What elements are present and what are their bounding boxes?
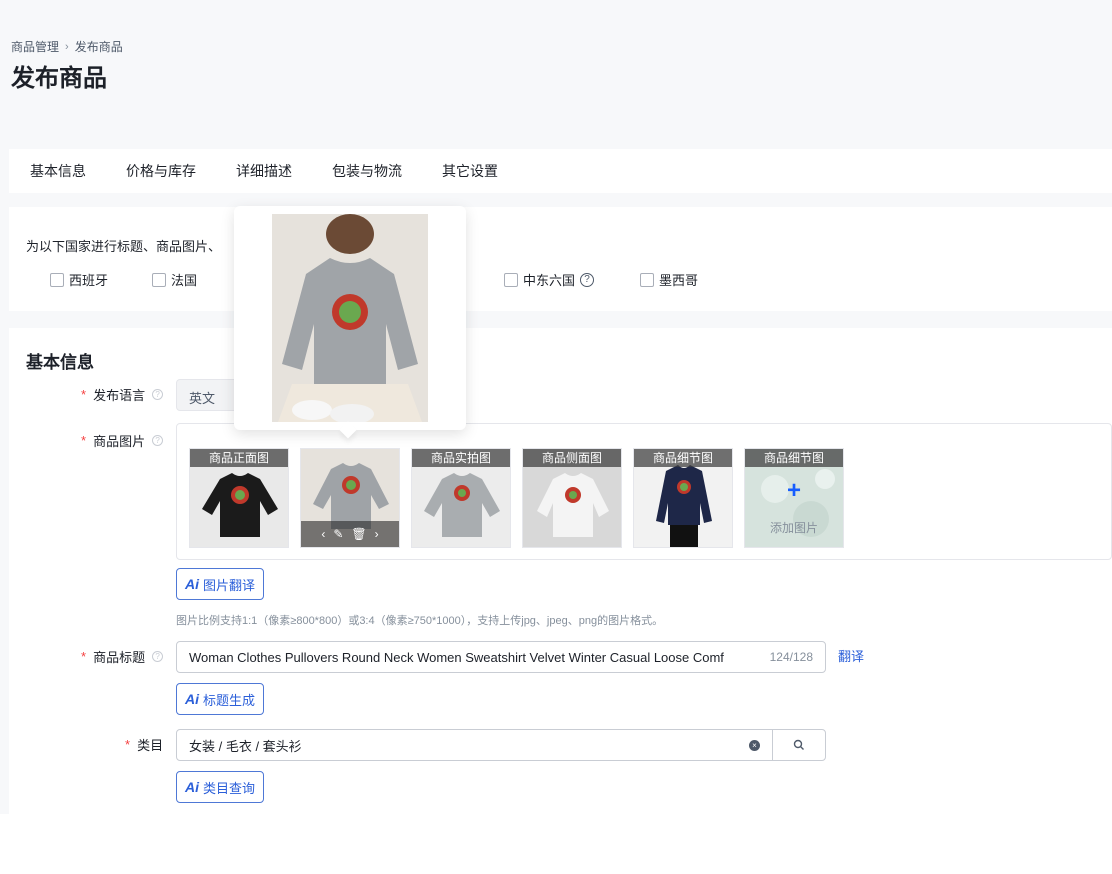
trash-icon[interactable]: 🗑 bbox=[351, 527, 366, 541]
checkbox-icon[interactable] bbox=[504, 272, 518, 287]
question-icon[interactable]: ? bbox=[580, 272, 595, 287]
image-upload-area: 商品正面图 ‹ ✎ 🗑 › 商品实拍图 商品侧面图 商品细节图 商品细节图 + … bbox=[176, 423, 1112, 560]
basic-info-card: 基本信息 * 发布语言? 英文 * 商品图片? 商品正面图 ‹ ✎ 🗑 › 商品… bbox=[9, 328, 1112, 814]
help-icon[interactable]: ? bbox=[152, 651, 164, 662]
image-label: * 商品图片? bbox=[81, 431, 164, 450]
ai-icon: Ai bbox=[185, 779, 199, 795]
search-icon bbox=[793, 739, 804, 750]
lang-label: * 发布语言? bbox=[81, 385, 164, 404]
tab-other-settings[interactable]: 其它设置 bbox=[442, 161, 498, 181]
country-checkbox-france[interactable]: 法国 bbox=[152, 270, 197, 289]
image-preview-popover bbox=[234, 206, 466, 439]
image-thumb-selected[interactable]: ‹ ✎ 🗑 › bbox=[300, 448, 400, 548]
tab-detail-desc[interactable]: 详细描述 bbox=[236, 161, 292, 181]
title-char-count: 124/128 bbox=[769, 650, 813, 664]
clear-icon[interactable]: × bbox=[749, 739, 760, 751]
add-image-slot[interactable]: 商品细节图 + 添加图片 bbox=[744, 448, 844, 548]
category-label: * 类目 bbox=[125, 737, 164, 753]
country-checkbox-mexico[interactable]: 墨西哥 bbox=[640, 270, 698, 289]
image-thumb-real[interactable]: 商品实拍图 bbox=[411, 448, 511, 548]
title-input[interactable]: Woman Clothes Pullovers Round Neck Women… bbox=[176, 641, 826, 673]
category-input[interactable]: 女装 / 毛衣 / 套头衫 × bbox=[176, 729, 773, 761]
checkbox-icon[interactable] bbox=[640, 272, 654, 287]
checkbox-icon[interactable] bbox=[50, 272, 64, 287]
edit-icon[interactable]: ✎ bbox=[333, 527, 343, 541]
country-card: 为以下国家进行标题、商品图片、 西班牙 法国 中东六国 ? 墨西哥 bbox=[9, 207, 1112, 311]
image-thumb-side[interactable]: 商品侧面图 bbox=[522, 448, 622, 548]
breadcrumb-current: 发布商品 bbox=[74, 40, 123, 54]
country-description: 为以下国家进行标题、商品图片、 bbox=[26, 239, 222, 254]
ai-icon: Ai bbox=[185, 691, 199, 707]
image-tools: ‹ ✎ 🗑 › bbox=[301, 521, 399, 547]
chevron-right-icon[interactable]: › bbox=[375, 527, 379, 541]
help-icon[interactable]: ? bbox=[152, 435, 164, 446]
category-query-button[interactable]: Ai 类目查询 bbox=[176, 771, 265, 803]
country-checkbox-spain[interactable]: 西班牙 bbox=[50, 270, 108, 289]
breadcrumb: 商品管理 › 发布商品 bbox=[11, 38, 123, 55]
product-preview-image bbox=[272, 214, 428, 422]
tab-bar: 基本信息 价格与库存 详细描述 包装与物流 其它设置 bbox=[9, 149, 1112, 193]
tab-basic-info[interactable]: 基本信息 bbox=[30, 161, 86, 181]
ai-icon: Ai bbox=[185, 576, 199, 592]
section-title: 基本信息 bbox=[26, 353, 94, 372]
help-icon[interactable]: ? bbox=[152, 389, 164, 400]
chevron-right-icon: › bbox=[65, 40, 69, 53]
image-thumb-detail[interactable]: 商品细节图 bbox=[633, 448, 733, 548]
image-hint: 图片比例支持1:1（像素≥800*800）或3:4（像素≥750*1000），支… bbox=[176, 615, 664, 627]
category-search-button[interactable] bbox=[772, 729, 826, 761]
plus-icon[interactable]: + bbox=[745, 477, 843, 505]
chevron-left-icon[interactable]: ‹ bbox=[321, 527, 325, 541]
image-translate-button[interactable]: Ai 图片翻译 bbox=[176, 568, 265, 600]
tab-package-logistics[interactable]: 包装与物流 bbox=[332, 161, 402, 181]
title-label: * 商品标题? bbox=[81, 647, 164, 666]
checkbox-icon[interactable] bbox=[152, 272, 166, 287]
tab-price-stock[interactable]: 价格与库存 bbox=[126, 161, 196, 181]
image-thumb-front[interactable]: 商品正面图 bbox=[189, 448, 289, 548]
country-checkbox-middle-east[interactable]: 中东六国 ? bbox=[504, 270, 595, 289]
translate-link[interactable]: 翻译 bbox=[838, 646, 864, 665]
page-title: 发布商品 bbox=[11, 65, 107, 92]
title-generate-button[interactable]: Ai 标题生成 bbox=[176, 683, 265, 715]
breadcrumb-root[interactable]: 商品管理 bbox=[11, 38, 59, 55]
